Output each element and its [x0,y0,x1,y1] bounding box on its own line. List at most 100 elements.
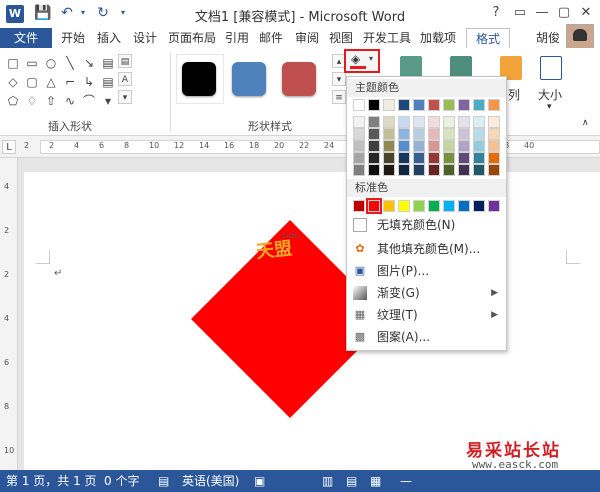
theme-shade-swatch[interactable] [368,164,380,176]
standard-color-swatch[interactable] [428,200,440,212]
theme-shade-swatch[interactable] [398,152,410,164]
theme-shade-swatch[interactable] [488,116,500,128]
tab-developer[interactable]: 开发工具 [362,28,412,48]
line-shape-icon[interactable]: ╲ [61,54,79,72]
style-scroll-down-icon[interactable]: ▾ [332,72,346,86]
theme-color-swatch[interactable] [443,99,455,111]
theme-shade-swatch[interactable] [398,116,410,128]
tab-addins[interactable]: 加载项 [418,28,458,48]
theme-shade-swatch[interactable] [488,128,500,140]
diamond-shape-icon[interactable]: ◇ [4,73,22,91]
zoom-out-icon[interactable]: — [400,470,412,492]
tab-review[interactable]: 审阅 [292,28,322,48]
macro-icon[interactable]: ▣ [254,470,265,492]
rectangle-shape-icon[interactable]: □ [4,54,22,72]
theme-shade-swatch[interactable] [368,116,380,128]
menu-gradient[interactable]: 渐变(G) ▶ [347,283,506,303]
vertical-ruler[interactable]: 4 2 2 4 6 8 10 [0,158,18,470]
web-layout-icon[interactable]: ▦ [370,470,381,492]
tab-page-layout[interactable]: 页面布局 [166,28,218,48]
theme-color-swatch[interactable] [458,99,470,111]
shape-fill-dropdown[interactable]: 主题颜色 标准色 无填充颜色(N) ✿ 其他填充颜色(M)... ▣ 图片(P)… [346,76,507,351]
minimize-button[interactable]: — [532,4,552,22]
read-mode-icon[interactable]: ▥ [322,470,333,492]
chevron-down-icon[interactable]: ▾ [369,54,373,63]
ribbon-display-icon[interactable]: ▭ [510,4,530,22]
theme-shade-swatch[interactable] [368,152,380,164]
arrow-up-shape-icon[interactable]: ⇧ [42,92,60,110]
theme-color-swatch[interactable] [473,99,485,111]
rounded-rect-shape-icon[interactable]: ▢ [23,73,41,91]
tab-insert[interactable]: 插入 [94,28,124,48]
theme-color-swatch[interactable] [383,99,395,111]
language-status[interactable]: 英语(美国) [182,470,239,492]
theme-shade-swatch[interactable] [398,164,410,176]
menu-picture[interactable]: ▣ 图片(P)... [347,261,506,281]
menu-pattern[interactable]: ▩ 图案(A)... [347,327,506,347]
horizontal-ruler[interactable]: L 2246810121416182022242628303234363840 [0,136,600,158]
triangle-shape-icon[interactable]: △ [42,73,60,91]
theme-shade-swatch[interactable] [458,152,470,164]
theme-shade-swatch[interactable] [473,116,485,128]
theme-shade-swatch[interactable] [383,128,395,140]
elbow-shape-icon[interactable]: ↳ [80,73,98,91]
tab-design[interactable]: 设计 [130,28,160,48]
theme-shade-swatch[interactable] [473,152,485,164]
standard-color-swatch[interactable] [473,200,485,212]
rectangle-shape-icon[interactable]: ▭ [23,54,41,72]
tab-view[interactable]: 视图 [326,28,356,48]
theme-shade-swatch[interactable] [398,140,410,152]
close-button[interactable]: ✕ [576,4,596,22]
theme-shade-swatch[interactable] [488,164,500,176]
theme-shade-swatch[interactable] [428,164,440,176]
standard-color-swatch[interactable] [366,198,382,214]
theme-color-swatch[interactable] [413,99,425,111]
theme-shade-swatch[interactable] [428,128,440,140]
pentagon-shape-icon[interactable]: ⬠ [4,92,22,110]
theme-color-swatch[interactable] [368,99,380,111]
theme-shade-swatch[interactable] [458,164,470,176]
tab-format[interactable]: 格式 [466,28,510,48]
theme-shade-swatch[interactable] [473,128,485,140]
help-icon[interactable]: ? [486,4,506,22]
theme-shade-swatch[interactable] [383,140,395,152]
curve-shape-icon[interactable]: ∿ [61,92,79,110]
print-layout-icon[interactable]: ▤ [346,470,357,492]
shape-style-red[interactable] [282,62,316,96]
shapes-gallery[interactable]: □ ▭ ○ ╲ ↘ ▤ ◇ ▢ △ ⌐ ↳ ▤ ⬠ ♢ ⇧ ∿ ⌒ ▾ [4,54,122,110]
theme-shade-swatch[interactable] [413,152,425,164]
theme-shade-swatch[interactable] [443,116,455,128]
connector-shape-icon[interactable]: ⌐ [61,73,79,91]
arrow-shape-icon[interactable]: ↘ [80,54,98,72]
theme-shade-swatch[interactable] [443,128,455,140]
theme-shade-swatch[interactable] [428,152,440,164]
standard-color-swatch[interactable] [383,200,395,212]
theme-shade-swatch[interactable] [383,152,395,164]
textbox-icon[interactable]: A [118,72,132,86]
menu-texture[interactable]: ▦ 纹理(T) ▶ [347,305,506,325]
shape-fill-button[interactable]: ◈ ▾ [344,49,380,73]
edit-shape-icon[interactable]: ▤ [118,54,132,68]
menu-no-fill[interactable]: 无填充颜色(N) [347,215,506,235]
size-label[interactable]: 大小 [538,86,562,103]
maximize-button[interactable]: ▢ [554,4,574,22]
theme-shade-swatch[interactable] [443,164,455,176]
theme-shade-swatch[interactable] [428,140,440,152]
standard-color-swatch[interactable] [458,200,470,212]
theme-shade-swatch[interactable] [398,128,410,140]
oval-shape-icon[interactable]: ○ [42,54,60,72]
theme-shade-swatch[interactable] [443,140,455,152]
word-count[interactable]: 0 个字 [104,470,139,492]
textbox-shape-icon[interactable]: ▤ [99,54,117,72]
more-shapes-icon[interactable]: ▾ [99,92,117,110]
tab-references[interactable]: 引用 [222,28,252,48]
theme-shade-swatch[interactable] [473,164,485,176]
theme-shade-swatch[interactable] [443,152,455,164]
theme-shade-swatch[interactable] [383,116,395,128]
theme-shade-swatch[interactable] [413,128,425,140]
freeform-shape-icon[interactable]: ⌒ [80,92,98,110]
theme-shade-swatch[interactable] [368,128,380,140]
standard-color-swatch[interactable] [353,200,365,212]
collapse-ribbon-icon[interactable]: ∧ [582,118,589,128]
shape-style-black[interactable] [182,62,216,96]
